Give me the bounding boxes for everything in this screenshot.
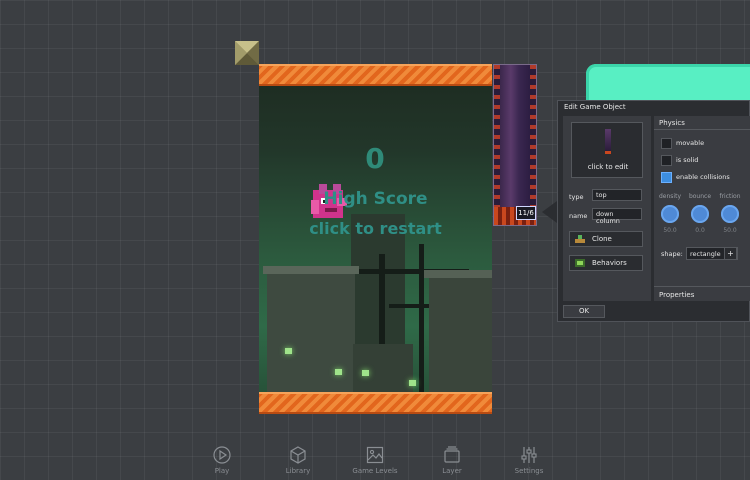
name-field[interactable]: down column xyxy=(592,208,642,225)
object-info-panel: click to edit type top name down column … xyxy=(563,116,651,301)
bounce-value: 0.0 xyxy=(695,227,705,234)
toolbar-layer[interactable]: Layer xyxy=(422,446,482,475)
object-thumbnail[interactable]: click to edit xyxy=(571,122,643,178)
type-field[interactable]: top xyxy=(592,189,642,201)
right-building-roof xyxy=(424,270,492,278)
thumbnail-label: click to edit xyxy=(587,163,629,171)
shape-dropdown-button[interactable]: + xyxy=(724,247,737,260)
cube-icon xyxy=(290,446,306,464)
ok-button[interactable]: OK xyxy=(563,305,605,318)
type-label: type xyxy=(569,193,584,201)
column-spikes-left xyxy=(494,65,500,225)
high-score-label: High Score xyxy=(323,189,428,209)
column-spikes-right xyxy=(530,65,536,225)
down-column-object[interactable]: 11/6 xyxy=(493,64,537,226)
friction-knob[interactable] xyxy=(721,205,739,223)
clone-icon xyxy=(575,235,585,243)
dialog-pointer xyxy=(542,201,557,223)
image-icon xyxy=(366,446,384,464)
density-label: density xyxy=(659,193,681,200)
section-divider xyxy=(654,129,750,130)
toolbar-game-levels[interactable]: Game Levels xyxy=(345,446,405,475)
toolbar-library[interactable]: Library xyxy=(268,446,328,475)
enable-collisions-label: enable collisions xyxy=(676,173,730,181)
name-label: name xyxy=(569,212,588,220)
score-counter: 0 xyxy=(365,142,386,175)
toolbar-label: Layer xyxy=(442,467,462,475)
sliders-icon xyxy=(521,447,537,463)
toolbar-label: Play xyxy=(214,467,230,475)
lit-window xyxy=(409,380,416,386)
dialog-title: Edit Game Object xyxy=(564,103,626,111)
density-value: 50.0 xyxy=(663,227,677,234)
layers-icon xyxy=(444,446,460,463)
physics-panel: Physics movable is solid enable collisio… xyxy=(654,116,750,301)
clone-label: Clone xyxy=(592,235,612,243)
clone-button[interactable]: Clone xyxy=(569,231,643,247)
density-knob[interactable] xyxy=(661,205,679,223)
lit-window xyxy=(285,348,292,354)
left-building-roof xyxy=(263,266,359,274)
corner-tile-sprite[interactable] xyxy=(235,41,259,65)
lit-window xyxy=(362,370,369,376)
is-solid-checkbox[interactable] xyxy=(661,155,672,166)
column-size-label: 11/6 xyxy=(516,206,536,220)
toolbar-settings[interactable]: Settings xyxy=(499,446,559,475)
toolbar-label: Settings xyxy=(514,467,544,475)
bounce-label: bounce xyxy=(688,193,712,200)
bounce-knob[interactable] xyxy=(691,205,709,223)
properties-title[interactable]: Properties xyxy=(659,291,694,299)
toolbar-label: Library xyxy=(285,467,311,475)
behaviors-icon xyxy=(575,259,585,267)
lit-window xyxy=(335,369,342,375)
mid-building xyxy=(353,344,413,392)
movable-checkbox[interactable] xyxy=(661,138,672,149)
toolbar-play[interactable]: Play xyxy=(192,446,252,475)
is-solid-label: is solid xyxy=(676,156,699,164)
friction-value: 50.0 xyxy=(723,227,737,234)
behaviors-button[interactable]: Behaviors xyxy=(569,255,643,271)
right-building xyxy=(429,276,492,392)
game-canvas[interactable]: 0 High Score click to restart xyxy=(259,64,492,414)
column-thumbnail-icon xyxy=(605,129,611,154)
play-icon xyxy=(213,446,231,464)
movable-label: movable xyxy=(676,139,705,147)
behaviors-label: Behaviors xyxy=(592,259,627,267)
section-divider xyxy=(654,286,750,287)
top-orange-platform[interactable] xyxy=(259,64,492,86)
edit-game-object-dialog: Edit Game Object click to edit type top … xyxy=(557,100,750,322)
restart-label[interactable]: click to restart xyxy=(259,219,492,238)
friction-label: friction xyxy=(719,193,741,200)
enable-collisions-checkbox[interactable] xyxy=(661,172,672,183)
scaffold-strut xyxy=(419,244,424,394)
toolbar-label: Game Levels xyxy=(352,467,398,475)
bottom-orange-platform[interactable] xyxy=(259,392,492,414)
physics-title: Physics xyxy=(659,119,685,127)
shape-label: shape: xyxy=(661,250,683,258)
